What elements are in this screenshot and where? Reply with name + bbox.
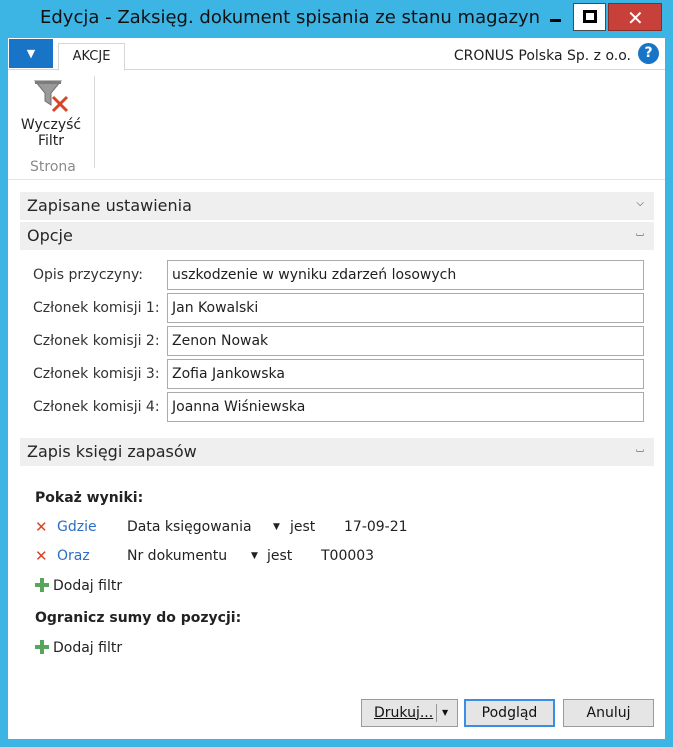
company-name: CRONUS Polska Sp. z o.o. [453, 48, 631, 64]
filter-row: ✕ Gdzie Data księgowania ▼ jest 17-09-21 [35, 518, 635, 539]
member-2-label: Członek komisji 2: [33, 333, 160, 349]
minimize-icon [550, 19, 561, 22]
section-options[interactable]: Opcje ⌴ [20, 222, 654, 250]
section-item-ledger-label: Zapis księgi zapasów [27, 442, 197, 461]
filter-conjunction[interactable]: Oraz [57, 548, 90, 564]
title-bar[interactable]: Edycja - Zaksięg. dokument spisania ze s… [0, 0, 673, 38]
filter-row: ✕ Oraz Nr dokumentu ▼ jest T00003 [35, 547, 635, 568]
filter-field[interactable]: Data księgowania [127, 519, 252, 535]
add-totals-filter-link[interactable]: Dodaj filtr [35, 638, 122, 656]
option-row-member-3: Członek komisji 3: Zofia Jankowska [33, 359, 653, 389]
filter-conjunction[interactable]: Gdzie [57, 519, 97, 535]
maximize-button[interactable] [573, 3, 606, 31]
chevron-down-icon[interactable]: ▼ [273, 522, 280, 532]
minimize-button[interactable] [540, 3, 571, 31]
preview-button[interactable]: Podgląd [464, 699, 555, 727]
delete-filter-icon[interactable]: ✕ [35, 518, 48, 536]
member-1-input[interactable]: Jan Kowalski [167, 293, 644, 323]
plus-icon [35, 640, 49, 654]
maximize-icon [583, 10, 597, 23]
clear-filter-button[interactable]: Wyczyść Filtr [18, 75, 84, 149]
section-options-label: Opcje [27, 226, 73, 245]
report-window: Edycja - Zaksięg. dokument spisania ze s… [0, 0, 673, 747]
member-4-input[interactable]: Joanna Wiśniewska [167, 392, 644, 422]
print-label: Drukuj... [374, 705, 434, 721]
member-1-label: Członek komisji 1: [33, 300, 160, 316]
print-button[interactable]: Drukuj... ▼ [361, 699, 458, 727]
reason-label: Opis przyczyny: [33, 267, 144, 283]
add-filter-link[interactable]: Dodaj filtr [35, 576, 122, 594]
filter-value[interactable]: 17-09-21 [344, 519, 408, 535]
ribbon-group-label: Strona [30, 159, 76, 175]
filter-operator: jest [267, 548, 293, 564]
section-saved-settings[interactable]: Zapisane ustawienia ⌵ [20, 192, 654, 220]
member-3-label: Członek komisji 3: [33, 366, 160, 382]
plus-icon [35, 578, 49, 592]
ribbon: Wyczyść Filtr Strona [8, 70, 665, 180]
filter-value[interactable]: T00003 [321, 548, 374, 564]
window-title: Edycja - Zaksięg. dokument spisania ze s… [40, 7, 552, 28]
filter-field[interactable]: Nr dokumentu [127, 548, 227, 564]
cancel-button[interactable]: Anuluj [563, 699, 654, 727]
filter-operator: jest [290, 519, 316, 535]
show-results-label: Pokaż wyniki: [35, 490, 144, 506]
option-row-member-2: Członek komisji 2: Zenon Nowak [33, 326, 653, 356]
chevron-up-icon: ⌴ [636, 228, 644, 239]
section-saved-settings-label: Zapisane ustawienia [27, 196, 192, 215]
app-menu-button[interactable]: ▼ [9, 39, 53, 68]
member-4-label: Członek komisji 4: [33, 399, 160, 415]
print-split-divider [436, 704, 437, 722]
add-filter-label: Dodaj filtr [53, 578, 123, 594]
option-row-reason: Opis przyczyny: uszkodzenie w wyniku zda… [33, 260, 653, 290]
clear-filter-icon [31, 77, 71, 117]
close-icon: ✕ [627, 6, 644, 30]
chevron-down-icon[interactable]: ▼ [251, 551, 258, 561]
limit-totals-label: Ogranicz sumy do pozycji: [35, 610, 242, 626]
chevron-up-icon: ⌴ [636, 444, 644, 455]
chevron-down-icon: ⌵ [636, 198, 644, 209]
section-item-ledger[interactable]: Zapis księgi zapasów ⌴ [20, 438, 654, 466]
delete-filter-icon[interactable]: ✕ [35, 547, 48, 565]
chevron-down-icon: ▼ [26, 47, 36, 60]
help-icon[interactable]: ? [638, 43, 659, 64]
member-2-input[interactable]: Zenon Nowak [167, 326, 644, 356]
ribbon-tab-bar: ▼ AKCJE CRONUS Polska Sp. z o.o. ? [8, 38, 665, 71]
tab-akcje[interactable]: AKCJE [58, 43, 125, 71]
ribbon-separator [94, 76, 95, 168]
clear-filter-label-1: Wyczyść [20, 117, 82, 133]
add-filter-label-2: Dodaj filtr [53, 640, 123, 656]
clear-filter-label-2: Filtr [37, 133, 65, 149]
member-3-input[interactable]: Zofia Jankowska [167, 359, 644, 389]
reason-input[interactable]: uszkodzenie w wyniku zdarzeń losowych [167, 260, 644, 290]
close-button[interactable]: ✕ [608, 3, 662, 31]
chevron-down-icon[interactable]: ▼ [442, 700, 448, 726]
window-client: ▼ AKCJE CRONUS Polska Sp. z o.o. ? Wyczy… [8, 38, 665, 739]
option-row-member-4: Członek komisji 4: Joanna Wiśniewska [33, 392, 653, 422]
option-row-member-1: Członek komisji 1: Jan Kowalski [33, 293, 653, 323]
